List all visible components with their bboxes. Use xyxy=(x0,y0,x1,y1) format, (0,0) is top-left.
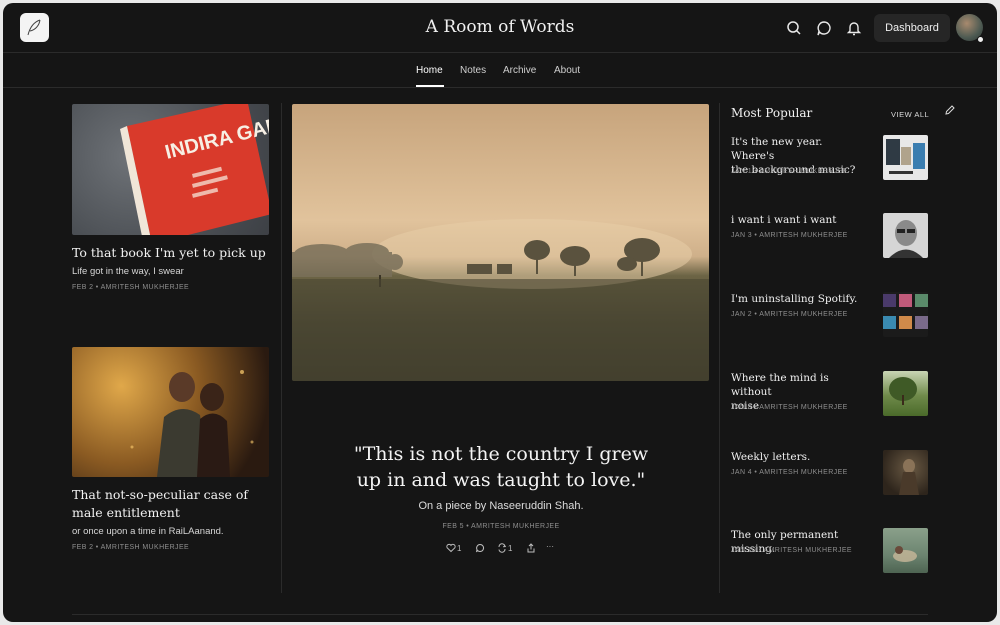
popular-item-title-line: i want i want i want xyxy=(731,214,837,226)
popular-item-title-line: It's the new year. Where's xyxy=(731,136,823,162)
share-icon xyxy=(527,543,535,553)
garden-illustration xyxy=(889,377,917,405)
hero-title-line: up in and was taught to love." xyxy=(356,469,646,491)
bell-icon[interactable] xyxy=(845,19,863,37)
view-all-link[interactable]: VIEW ALL xyxy=(891,110,929,119)
hero-title-line: "This is not the country I grew xyxy=(353,443,649,465)
nav-bar: Home Notes Archive About xyxy=(3,54,997,88)
post-image-book[interactable]: INDIRA GANDHI xyxy=(72,104,269,235)
column-divider xyxy=(719,103,720,593)
popular-item-meta: JAN 4 • AMRITESH MUKHERJEE xyxy=(731,469,848,476)
post-meta: FEB 2 • AMRITESH MUKHERJEE xyxy=(72,284,190,291)
painting-figure-illustration xyxy=(893,546,917,562)
popular-item[interactable]: It's the new year. Where's the backgroun… xyxy=(731,135,929,183)
nav-active-indicator xyxy=(416,85,444,87)
header: A Room of Words Dashboard xyxy=(3,3,997,53)
album-collage-illustration xyxy=(886,139,925,174)
chat-icon[interactable] xyxy=(815,19,833,37)
album-grid-illustration xyxy=(883,294,928,329)
nav-notes[interactable]: Notes xyxy=(460,65,486,76)
book-illustration: INDIRA GANDHI xyxy=(120,104,269,235)
film-still-illustration xyxy=(130,370,254,477)
like-button[interactable]: 1 xyxy=(446,543,461,555)
post-image-couple[interactable] xyxy=(72,347,269,477)
nav-about[interactable]: About xyxy=(554,65,580,76)
post-title-line: That not-so-peculiar case of xyxy=(72,487,249,502)
popular-item-title-line: Weekly letters. xyxy=(731,451,811,463)
most-popular-heading: Most Popular xyxy=(731,106,813,120)
popular-item-meta: JAN 2 • AMRITESH MUKHERJEE xyxy=(731,311,848,318)
popular-item-title: I'm uninstalling Spotify. xyxy=(731,292,869,306)
restack-count: 1 xyxy=(508,544,513,553)
popular-item-meta: JAN 9 • AMRITESH MUKHERJEE xyxy=(731,404,848,411)
app-window: A Room of Words Dashboard Home Notes Arc… xyxy=(3,3,997,622)
popular-item-title: Weekly letters. xyxy=(731,450,869,464)
popular-item-meta: JAN 3 • AMRITESH MUKHERJEE xyxy=(731,232,848,239)
post-title[interactable]: That not-so-peculiar case of male entitl… xyxy=(72,486,272,522)
popular-item[interactable]: I'm uninstalling Spotify. JAN 2 • AMRITE… xyxy=(731,292,929,340)
more-icon: ··· xyxy=(546,542,554,551)
post-subtitle: Life got in the way, I swear xyxy=(72,266,184,277)
popular-item-thumbnail xyxy=(883,450,928,495)
comment-icon xyxy=(476,543,485,553)
hero-meta: FEB 5 • AMRITESH MUKHERJEE xyxy=(442,523,560,530)
restack-button[interactable]: 1 xyxy=(497,543,512,555)
post-actions: 1 1 ··· xyxy=(446,542,566,557)
post-title-line: male entitlement xyxy=(72,505,180,520)
popular-item-thumbnail xyxy=(883,371,928,416)
popular-item-title: i want i want i want xyxy=(731,213,869,227)
hero-title[interactable]: "This is not the country I grew up in an… xyxy=(293,441,709,493)
post-subtitle: or once upon a time in RaiLAanand. xyxy=(72,526,224,537)
popular-item[interactable]: Where the mind is without noise JAN 9 • … xyxy=(731,371,929,419)
popular-item[interactable]: i want i want i want JAN 3 • AMRITESH MU… xyxy=(731,213,929,261)
popular-item-title-line: I'm uninstalling Spotify. xyxy=(731,293,858,305)
painting-illustration xyxy=(899,459,919,495)
portrait-illustration xyxy=(889,220,923,258)
popular-item-title-line: Where the mind is without xyxy=(731,372,829,398)
post-meta: FEB 2 • AMRITESH MUKHERJEE xyxy=(72,544,190,551)
column-divider xyxy=(281,103,282,593)
hero-image[interactable] xyxy=(292,104,709,381)
popular-item-meta: JAN 10 • AMRITESH MUKHERJEE xyxy=(731,547,852,554)
popular-item-meta: JAN 1 • AMRITESH MUKHERJEE xyxy=(731,168,848,175)
hero-subtitle: On a piece by Naseeruddin Shah. xyxy=(418,500,584,512)
dashboard-button[interactable]: Dashboard xyxy=(874,14,950,42)
like-count: 1 xyxy=(457,544,462,553)
heart-icon xyxy=(446,543,456,553)
nav-archive[interactable]: Archive xyxy=(503,65,536,76)
avatar-menu-indicator[interactable] xyxy=(977,36,984,43)
pencil-icon[interactable] xyxy=(944,104,956,116)
post-title[interactable]: To that book I'm yet to pick up xyxy=(72,244,272,262)
nav-home[interactable]: Home xyxy=(416,65,443,76)
popular-item-thumbnail xyxy=(883,292,928,337)
restack-icon xyxy=(498,543,507,553)
popular-item-thumbnail xyxy=(883,135,928,180)
landscape-illustration xyxy=(292,219,709,381)
popular-item-thumbnail xyxy=(883,213,928,258)
comment-button[interactable] xyxy=(475,543,485,555)
popular-item[interactable]: The only permanent missing. JAN 10 • AMR… xyxy=(731,528,929,576)
share-button[interactable] xyxy=(526,543,536,555)
popular-item[interactable]: Weekly letters. JAN 4 • AMRITESH MUKHERJ… xyxy=(731,450,929,498)
search-icon[interactable] xyxy=(785,19,803,37)
footer-divider xyxy=(72,614,928,615)
popular-item-thumbnail xyxy=(883,528,928,573)
